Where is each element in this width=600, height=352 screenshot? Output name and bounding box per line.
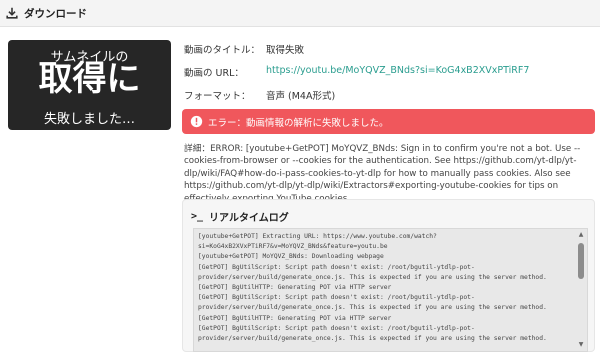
thumbnail-line-3: 失敗しました… <box>43 112 135 127</box>
error-banner: エラー：動画情報の解析に失敗しました。 <box>182 109 595 134</box>
log-lines: [youtube+GetPOT] Extracting URL: https:/… <box>198 232 568 344</box>
log-title: リアルタイムログ <box>209 213 289 224</box>
scrollbar-thumb[interactable] <box>578 243 584 279</box>
log-line: [GetPOT] BgUtilScript: Script path doesn… <box>198 324 475 332</box>
log-line: [GetPOT] BgUtilHTTP: Generating POT via … <box>198 284 392 292</box>
format-label: フォーマット： <box>184 91 251 102</box>
terminal-icon: >_ <box>191 211 204 222</box>
video-url-link[interactable]: https://youtu.be/MoYQVZ_BNds?si=KoG4xB2X… <box>266 65 529 76</box>
alert-circle-icon <box>190 115 203 128</box>
log-line: [youtube+GetPOT] Extracting URL: https:/… <box>198 233 437 240</box>
log-line: provider/server/build/generate_once.js. … <box>198 304 547 312</box>
video-title-label: 動画のタイトル： <box>184 45 261 56</box>
header-bar: ダウンロード <box>0 0 600 27</box>
thumbnail-placeholder: サムネイルの 取得に 失敗しました… <box>8 40 171 130</box>
log-line: provider/server/build/generate_once.js. … <box>198 273 547 281</box>
log-line: [youtube+GetPOT] MoYQVZ_BNds: Downloadin… <box>198 253 384 261</box>
error-message: エラー：動画情報の解析に失敗しました。 <box>208 117 389 129</box>
log-header: >_ リアルタイムログ <box>191 209 289 224</box>
download-icon <box>6 7 18 19</box>
header-title: ダウンロード <box>24 7 87 20</box>
scroll-down-arrow-icon[interactable]: ▼ <box>577 341 585 349</box>
scroll-up-arrow-icon[interactable]: ▲ <box>577 231 585 239</box>
log-line: [GetPOT] BgUtilScript: Script path doesn… <box>198 294 475 302</box>
log-line: [GetPOT] BgUtilScript: Script path doesn… <box>198 263 475 271</box>
log-scrollbar[interactable]: ▲ ▼ <box>577 231 585 349</box>
thumbnail-line-2: 取得に <box>38 59 141 99</box>
format-value: 音声 (M4A形式) <box>266 91 336 102</box>
video-title-value: 取得失敗 <box>266 45 305 56</box>
realtime-log-panel: >_ リアルタイムログ [youtube+GetPOT] Extracting … <box>182 199 595 352</box>
log-console[interactable]: [youtube+GetPOT] Extracting URL: https:/… <box>193 228 588 352</box>
log-line: [GetPOT] BgUtilHTTP: Generating POT via … <box>198 314 392 322</box>
log-line: provider/server/build/generate_once.js. … <box>198 335 547 343</box>
error-detail-text: 詳細：ERROR: [youtube+GetPOT] MoYQVZ_BNds: … <box>184 144 581 204</box>
video-url-label: 動画の URL： <box>184 68 244 79</box>
log-line: si=KoG4xB2XVxPTiRF7&v=MoYQVZ_BNds&featur… <box>198 243 388 251</box>
